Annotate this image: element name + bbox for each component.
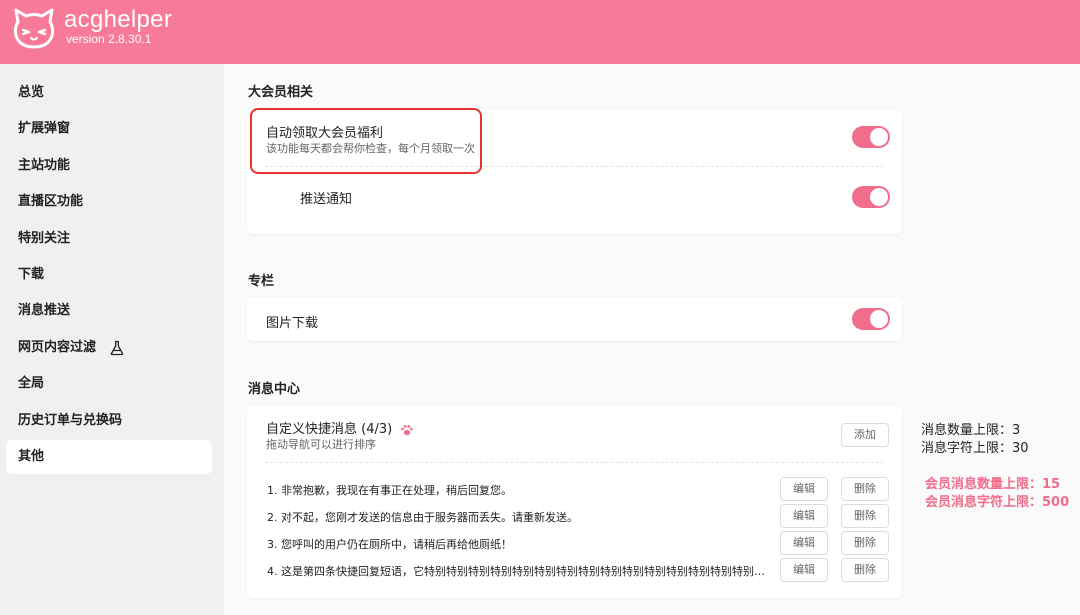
app-header: acghelper version 2.8.30.1 [0, 0, 1080, 64]
sidebar-item-content-filter[interactable]: 网页内容过滤 [6, 331, 212, 365]
sidebar-item-label: 其他 [18, 449, 45, 464]
sidebar-item-special-follow[interactable]: 特别关注 [6, 222, 212, 256]
auto-claim-toggle[interactable] [852, 126, 890, 148]
sidebar-item-label: 特别关注 [18, 231, 71, 246]
delete-message-button[interactable]: 删除 [841, 531, 889, 555]
list-item: 2. 对不起，您刚才发送的信息由于服务器而丢失。请重新发送。 [267, 511, 578, 524]
delete-message-button[interactable]: 删除 [841, 504, 889, 528]
sidebar-item-label: 主站功能 [18, 158, 71, 173]
delete-message-button[interactable]: 删除 [841, 477, 889, 501]
cat-logo-icon [13, 8, 55, 49]
vip-message-count-limit: 会员消息数量上限：15 [925, 477, 1061, 492]
sidebar-item-label: 全局 [18, 376, 45, 391]
list-item: 4. 这是第四条快捷回复短语，它特别特别特别特别特别特别特别特别特别特别特别特别… [267, 565, 767, 578]
sidebar-item-main-site[interactable]: 主站功能 [6, 149, 212, 183]
sidebar-item-label: 消息推送 [18, 303, 71, 318]
column-card: 图片下载 [247, 297, 902, 341]
image-download-title: 图片下载 [266, 316, 319, 331]
edit-message-button[interactable]: 编辑 [780, 531, 828, 555]
add-message-button[interactable]: 添加 [841, 423, 889, 447]
sidebar-item-label: 直播区功能 [18, 194, 84, 209]
toggle-knob [870, 188, 888, 206]
app-version: version 2.8.30.1 [66, 32, 152, 46]
sidebar-item-message-push[interactable]: 消息推送 [6, 294, 212, 328]
push-notify-title: 推送通知 [300, 192, 353, 207]
paw-icon [401, 424, 414, 435]
sidebar: 总览 扩展弹窗 主站功能 直播区功能 特别关注 下载 消息推送 网页内容过滤 全… [0, 64, 224, 615]
app-name: acghelper [64, 6, 173, 33]
sidebar-item-label: 扩展弹窗 [18, 121, 71, 136]
push-notify-toggle[interactable] [852, 186, 890, 208]
edit-message-button[interactable]: 编辑 [780, 477, 828, 501]
message-card: 自定义快捷消息 (4/3) 拖动导航可以进行排序 添加 1. 非常抱歉，我现在有… [247, 405, 902, 598]
image-download-toggle[interactable] [852, 308, 890, 330]
sidebar-item-live[interactable]: 直播区功能 [6, 185, 212, 219]
toggle-knob [870, 128, 888, 146]
sidebar-item-label: 下载 [18, 267, 45, 282]
highlight-box [250, 108, 482, 174]
section-title-message: 消息中心 [248, 382, 301, 397]
quick-msg-title: 自定义快捷消息 (4/3) [266, 418, 414, 437]
quick-msg-desc: 拖动导航可以进行排序 [266, 438, 376, 451]
message-count-limit: 消息数量上限：3 [921, 423, 1021, 438]
sidebar-item-global[interactable]: 全局 [6, 367, 212, 401]
quick-msg-title-text: 自定义快捷消息 (4/3) [266, 422, 393, 437]
sidebar-item-label: 网页内容过滤 [18, 340, 97, 355]
divider [265, 462, 884, 463]
list-item: 3. 您呼叫的用户仍在厕所中，请稍后再给他厕纸！ [267, 538, 512, 551]
flask-icon [110, 340, 123, 355]
sidebar-item-extension-popup[interactable]: 扩展弹窗 [6, 112, 212, 146]
toggle-knob [870, 310, 888, 328]
sidebar-item-label: 总览 [18, 85, 45, 100]
edit-message-button[interactable]: 编辑 [780, 558, 828, 582]
delete-message-button[interactable]: 删除 [841, 558, 889, 582]
sidebar-item-order-history[interactable]: 历史订单与兑换码 [6, 404, 212, 438]
sidebar-item-label: 历史订单与兑换码 [18, 413, 123, 428]
list-item: 1. 非常抱歉，我现在有事正在处理，稍后回复您。 [267, 484, 512, 497]
sidebar-item-other[interactable]: 其他 [6, 440, 212, 474]
message-char-limit: 消息字符上限：30 [921, 441, 1029, 456]
sidebar-item-overview[interactable]: 总览 [6, 76, 212, 110]
edit-message-button[interactable]: 编辑 [780, 504, 828, 528]
vip-message-char-limit: 会员消息字符上限：500 [925, 495, 1070, 510]
sidebar-item-download[interactable]: 下载 [6, 258, 212, 292]
section-title-vip: 大会员相关 [248, 85, 314, 100]
section-title-column: 专栏 [248, 274, 275, 289]
